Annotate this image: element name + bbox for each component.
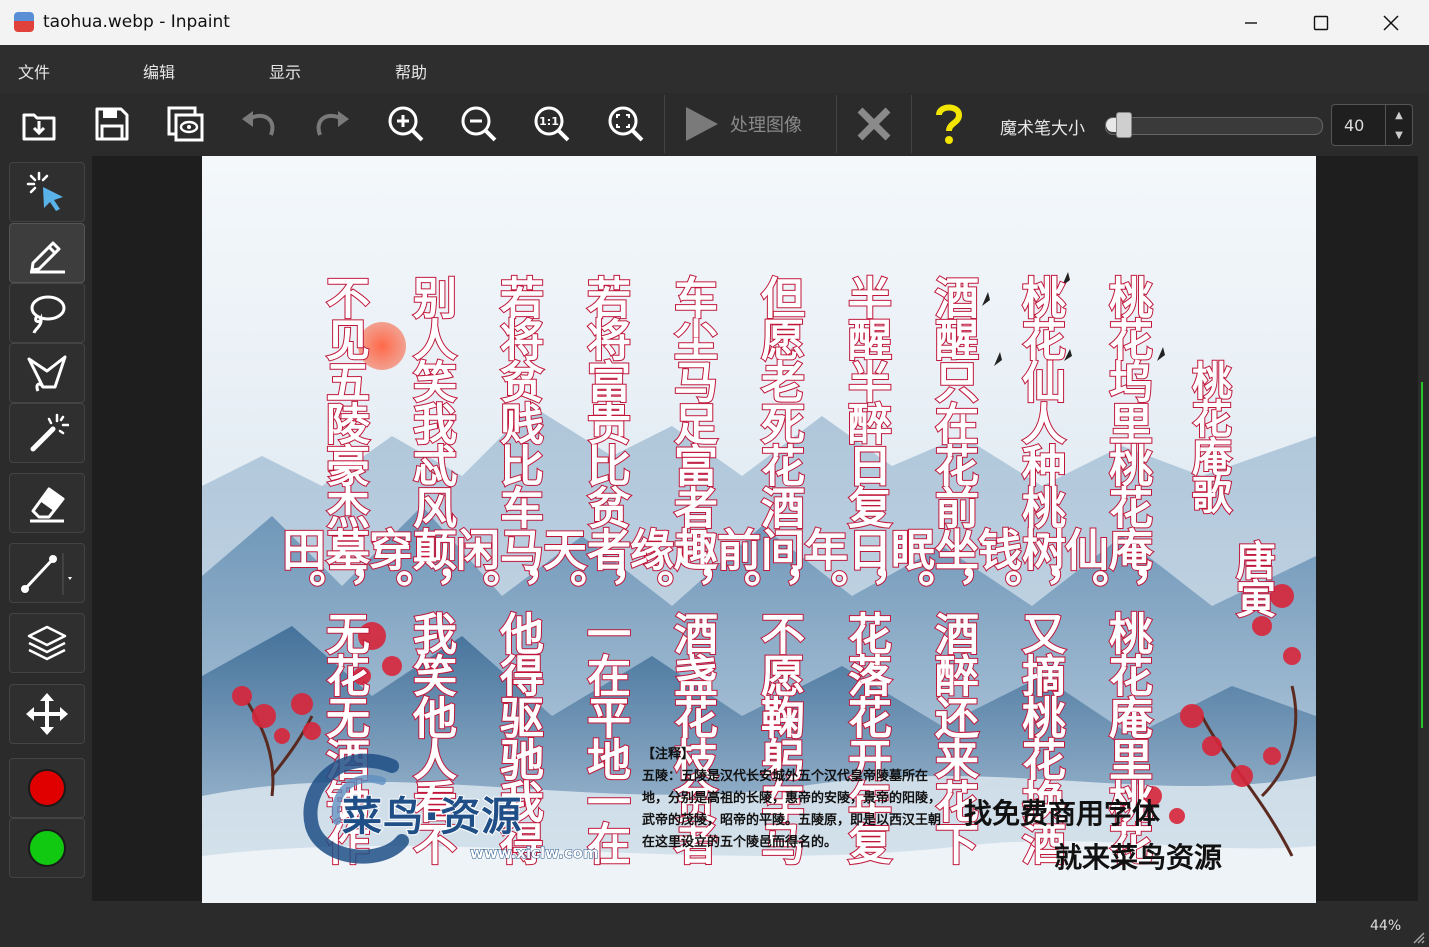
toolbar-separator xyxy=(836,95,837,153)
green-color-dot xyxy=(28,829,66,867)
logo-text: 菜鸟·资源 xyxy=(341,793,523,841)
save-icon xyxy=(95,107,129,141)
lasso-tool[interactable] xyxy=(9,283,85,343)
spin-down-icon[interactable]: ▼ xyxy=(1385,125,1412,145)
zoom-in-button[interactable] xyxy=(378,96,434,152)
polygon-lasso-tool[interactable] xyxy=(9,343,85,403)
logo-url: www.xiclw.com xyxy=(470,844,600,863)
app-window: taohua.webp - Inpaint 文件 编辑 显示 帮助 1:1 处理… xyxy=(0,0,1429,947)
toolbar-separator xyxy=(911,95,912,153)
vertical-scrollbar[interactable] xyxy=(1418,156,1429,901)
layers-icon xyxy=(27,625,67,661)
eraser-tool[interactable] xyxy=(9,473,85,533)
line-tool[interactable] xyxy=(9,543,85,603)
menu-edit[interactable]: 编辑 xyxy=(143,59,175,83)
lasso-icon xyxy=(30,295,66,334)
line-icon xyxy=(21,553,72,595)
zoom-in-icon xyxy=(388,106,424,142)
app-icon xyxy=(14,12,34,32)
zoom-out-button[interactable] xyxy=(451,96,507,152)
annotation-body: 五陵：五陵是汉代长安城外五个汉代皇帝陵墓所在地，分别是高祖的长陵，惠帝的安陵，景… xyxy=(642,769,942,850)
open-icon xyxy=(22,113,56,141)
undo-icon xyxy=(242,111,275,136)
question-icon xyxy=(936,104,963,144)
window-title: taohua.webp - Inpaint xyxy=(43,12,230,32)
slogan-line-1: 找免费商用字体 xyxy=(964,797,1161,830)
slogan-line-2: 就来菜鸟资源 xyxy=(1054,841,1223,874)
annotation-title: 【注释】 xyxy=(642,747,695,762)
red-color-dot xyxy=(28,769,66,807)
background-color-swatch[interactable] xyxy=(9,818,85,878)
brush-size-value: 40 xyxy=(1344,116,1365,135)
redo-button[interactable] xyxy=(304,96,360,152)
maximize-icon xyxy=(1313,15,1329,30)
brush-size-slider[interactable] xyxy=(1105,117,1323,135)
play-icon xyxy=(686,107,718,141)
brush-size-label: 魔术笔大小 xyxy=(1000,119,1085,139)
fit-window-button[interactable] xyxy=(598,96,654,152)
move-icon xyxy=(26,693,68,735)
actual-size-icon: 1:1 xyxy=(534,106,570,142)
menu-file[interactable]: 文件 xyxy=(18,59,50,83)
close-button[interactable] xyxy=(1356,0,1426,45)
actual-size-button[interactable]: 1:1 xyxy=(524,96,580,152)
layers-tool[interactable] xyxy=(9,613,85,673)
menu-help[interactable]: 帮助 xyxy=(395,59,427,83)
pencil-icon xyxy=(30,241,65,274)
help-button[interactable] xyxy=(921,96,977,152)
close-icon xyxy=(1383,14,1399,31)
preview-button[interactable] xyxy=(157,96,213,152)
mask-indicator xyxy=(1421,382,1423,728)
annotation-block: 【注释】 五陵：五陵是汉代长安城外五个汉代皇帝陵墓所在地，分别是高祖的长陵，惠帝… xyxy=(642,744,942,854)
redo-icon xyxy=(316,111,349,136)
menu-bar: 文件 编辑 显示 帮助 xyxy=(0,45,1429,93)
move-tool[interactable] xyxy=(9,684,85,744)
magic-wand-tool[interactable] xyxy=(9,403,85,463)
spin-up-icon[interactable]: ▲ xyxy=(1385,105,1412,125)
undo-button[interactable] xyxy=(231,96,287,152)
svg-text:1:1: 1:1 xyxy=(539,115,559,128)
foreground-color-swatch[interactable] xyxy=(9,758,85,818)
magic-wand-icon xyxy=(30,413,69,452)
toolbar-separator xyxy=(664,95,665,153)
marker-tool[interactable] xyxy=(9,223,85,283)
pointer-sparkle-icon xyxy=(26,171,63,211)
select-tool[interactable] xyxy=(9,162,85,222)
x-icon xyxy=(857,107,891,141)
process-image-button[interactable]: 处理图像 xyxy=(668,96,828,152)
polygon-lasso-icon xyxy=(27,355,67,392)
zoom-out-icon xyxy=(461,106,497,142)
poem-title: 桃花庵歌 xyxy=(1184,359,1233,513)
poem-author: 唐寅 xyxy=(1228,539,1277,617)
cancel-button[interactable] xyxy=(846,96,902,152)
brush-size-slider-handle[interactable] xyxy=(1116,112,1132,138)
status-bar: 44% xyxy=(0,903,1429,947)
tool-panel xyxy=(0,156,92,901)
preview-icon xyxy=(167,106,204,142)
zoom-level: 44% xyxy=(1370,918,1402,934)
resize-grip-icon[interactable] xyxy=(1411,930,1425,944)
brush-size-spinbox[interactable]: 40 ▲ ▼ xyxy=(1331,104,1413,146)
title-bar: taohua.webp - Inpaint xyxy=(0,0,1429,45)
open-button[interactable] xyxy=(11,96,67,152)
fit-window-icon xyxy=(608,106,644,142)
menu-view[interactable]: 显示 xyxy=(269,59,301,83)
minimize-icon xyxy=(1245,21,1257,24)
image-canvas[interactable]: 桃花坞里桃花庵，桃花庵里桃花仙。 桃花仙人种桃树，又摘桃花换酒钱。 酒醒只在花前… xyxy=(202,156,1316,903)
eraser-icon xyxy=(30,487,65,523)
save-button[interactable] xyxy=(84,96,140,152)
minimize-button[interactable] xyxy=(1216,0,1286,45)
maximize-button[interactable] xyxy=(1286,0,1356,45)
process-image-label: 处理图像 xyxy=(730,115,802,136)
